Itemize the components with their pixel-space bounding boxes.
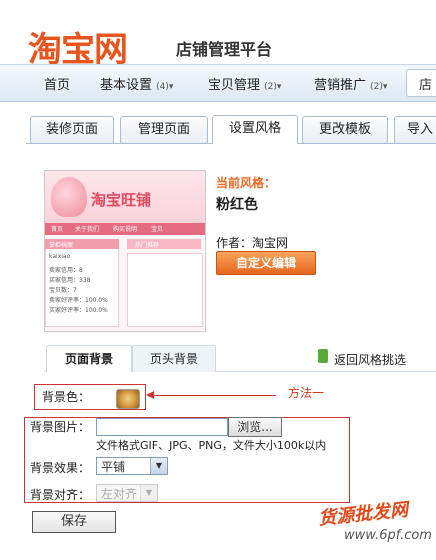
flower-icon [51, 177, 87, 217]
chevron-down-icon: ▼ [150, 458, 167, 474]
tab-import[interactable]: 导入 [394, 116, 436, 143]
preview-line: 卖家信用：8 [49, 267, 83, 274]
bg-color-label: 背景色： [42, 390, 91, 404]
theme-preview-image: 淘宝旺铺 首页 关于我们 购买说明 宝贝 掌柜档案 热门推荐 kaixiao 卖… [44, 170, 206, 332]
current-theme-name: 粉红色 [216, 197, 258, 213]
back-to-style-link[interactable]: 返回风格挑选 [334, 351, 406, 368]
nav-item-marketing[interactable]: 营销推广 (2)▾ [314, 74, 387, 93]
file-format-hint: 文件格式GIF、JPG、PNG，文件大小100k以内 [96, 439, 327, 452]
tab-decorate-page[interactable]: 装修页面 [30, 116, 114, 143]
customize-edit-button[interactable]: 自定义编辑 [216, 251, 316, 275]
preview-line: 买家信用：338 [49, 277, 91, 284]
preview-menu-item: 购买说明 [113, 226, 138, 233]
current-theme-label: 当前风格： [216, 176, 277, 190]
watermark-site: www.6pf.com [344, 528, 432, 543]
annotation-method-label: 方法一 [288, 386, 325, 400]
back-arrow-icon [318, 349, 328, 363]
preview-menu-item: 首页 [51, 226, 64, 233]
theme-author: 作者：淘宝网 [216, 236, 289, 250]
preview-line: 卖家好评率：100.0% [49, 297, 108, 304]
bg-align-select[interactable]: 左对齐 ▼ [96, 484, 158, 502]
preview-menu-item: 宝贝 [151, 226, 164, 233]
bg-effect-label: 背景效果： [30, 461, 91, 475]
chevron-down-icon: ▼ [140, 485, 157, 501]
tab-change-template[interactable]: 更改模板 [302, 116, 388, 143]
preview-content [127, 253, 203, 327]
save-button[interactable]: 保存 [32, 511, 116, 533]
bg-image-label: 背景图片： [30, 420, 91, 434]
subtab-header-background[interactable]: 页头背景 [132, 345, 216, 372]
nav-item-item-management[interactable]: 宝贝管理 (2)▾ [208, 74, 281, 93]
nav-item-home[interactable]: 首页 [44, 74, 70, 93]
tab-manage-page[interactable]: 管理页面 [120, 116, 208, 143]
preview-hot-bar: 热门推荐 [127, 239, 201, 249]
bg-effect-select[interactable]: 平铺 ▼ [96, 457, 168, 475]
preview-line: 宝贝数：7 [49, 287, 77, 294]
color-picker-icon[interactable] [116, 389, 140, 409]
bg-image-file-input[interactable] [96, 418, 228, 436]
browse-button[interactable]: 浏览... [228, 417, 282, 437]
nav-item-store[interactable]: 店 [406, 69, 436, 97]
preview-menu-item: 关于我们 [75, 226, 100, 233]
bg-align-label: 背景对齐： [30, 488, 91, 502]
nav-item-basic-settings[interactable]: 基本设置 (4)▾ [100, 74, 173, 93]
platform-subtitle: 店铺管理平台 [176, 40, 273, 59]
subtab-page-background[interactable]: 页面背景 [46, 345, 132, 372]
preview-line: 买家好评率：100.0% [49, 307, 108, 314]
annotation-arrow [150, 395, 276, 396]
tab-set-style[interactable]: 设置风格 [212, 115, 298, 144]
preview-sidebar-title: 掌柜档案 [45, 239, 119, 249]
preview-logo: 淘宝旺铺 [91, 191, 152, 209]
preview-line: kaixiao [49, 253, 71, 260]
